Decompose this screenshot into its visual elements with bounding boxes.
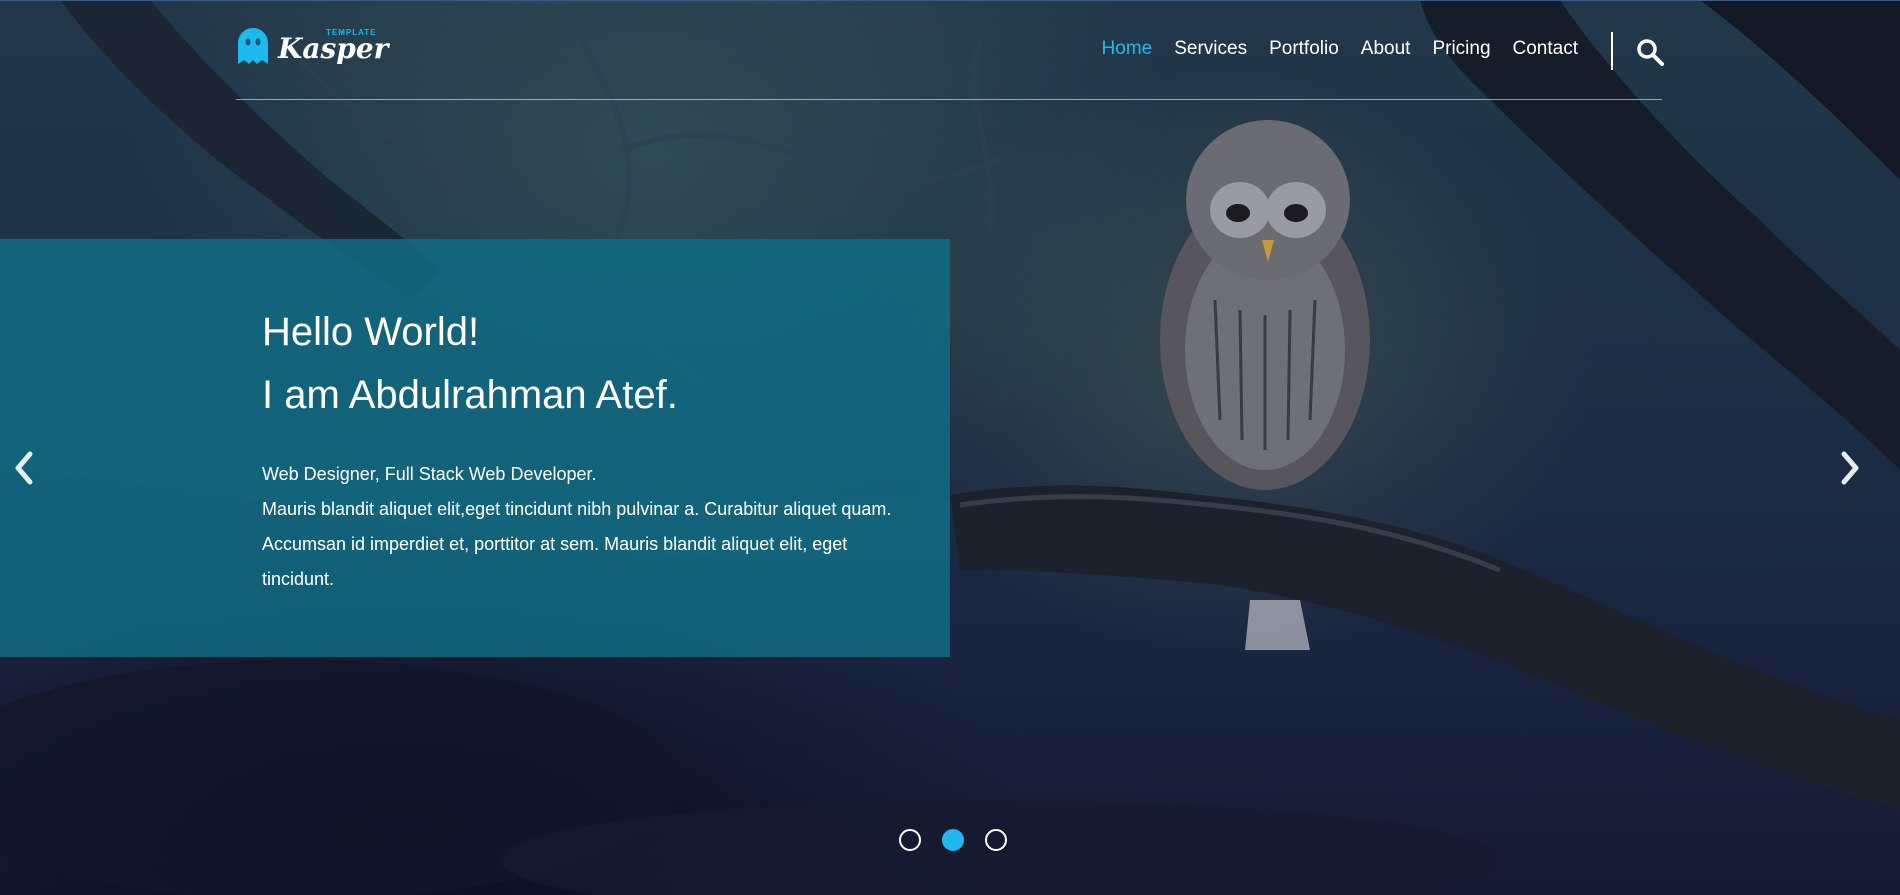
chevron-left-icon[interactable]: [10, 450, 38, 486]
slide-body-text: Mauris blandit aliquet elit,eget tincidu…: [262, 499, 892, 589]
nav-item-home[interactable]: Home: [1102, 38, 1153, 60]
slide-subtitle: Web Designer, Full Stack Web Developer.: [262, 464, 597, 484]
search-icon[interactable]: [1636, 38, 1664, 66]
ghost-icon: [238, 28, 268, 64]
nav-item-services[interactable]: Services: [1174, 38, 1247, 60]
slide-caption-panel: Hello World! I am Abdulrahman Atef. Web …: [0, 239, 950, 657]
nav-item-pricing[interactable]: Pricing: [1432, 38, 1490, 60]
header-divider: [236, 99, 1662, 100]
carousel-dot-3[interactable]: [985, 829, 1007, 851]
slide-heading-line2: I am Abdulrahman Atef.: [262, 373, 678, 417]
site-header: Kasper TEMPLATE Home Services Portfolio …: [236, 0, 1664, 100]
nav-item-portfolio[interactable]: Portfolio: [1269, 38, 1339, 60]
carousel-indicators: [899, 829, 1028, 851]
chevron-right-icon[interactable]: [1836, 450, 1864, 486]
nav-separator: [1611, 32, 1613, 70]
nav-item-about[interactable]: About: [1361, 38, 1411, 60]
nav-item-contact[interactable]: Contact: [1513, 38, 1578, 60]
carousel-dot-1[interactable]: [899, 829, 921, 851]
main-nav: Home Services Portfolio About Pricing Co…: [1080, 38, 1578, 60]
hero-slider: Kasper TEMPLATE Home Services Portfolio …: [0, 0, 1900, 895]
carousel-dot-2[interactable]: [942, 829, 964, 851]
brand-logo[interactable]: Kasper TEMPLATE: [236, 24, 388, 74]
slide-description: Web Designer, Full Stack Web Developer. …: [262, 457, 912, 597]
brand-tag: TEMPLATE: [326, 28, 377, 37]
slide-heading-line1: Hello World!: [262, 310, 480, 354]
